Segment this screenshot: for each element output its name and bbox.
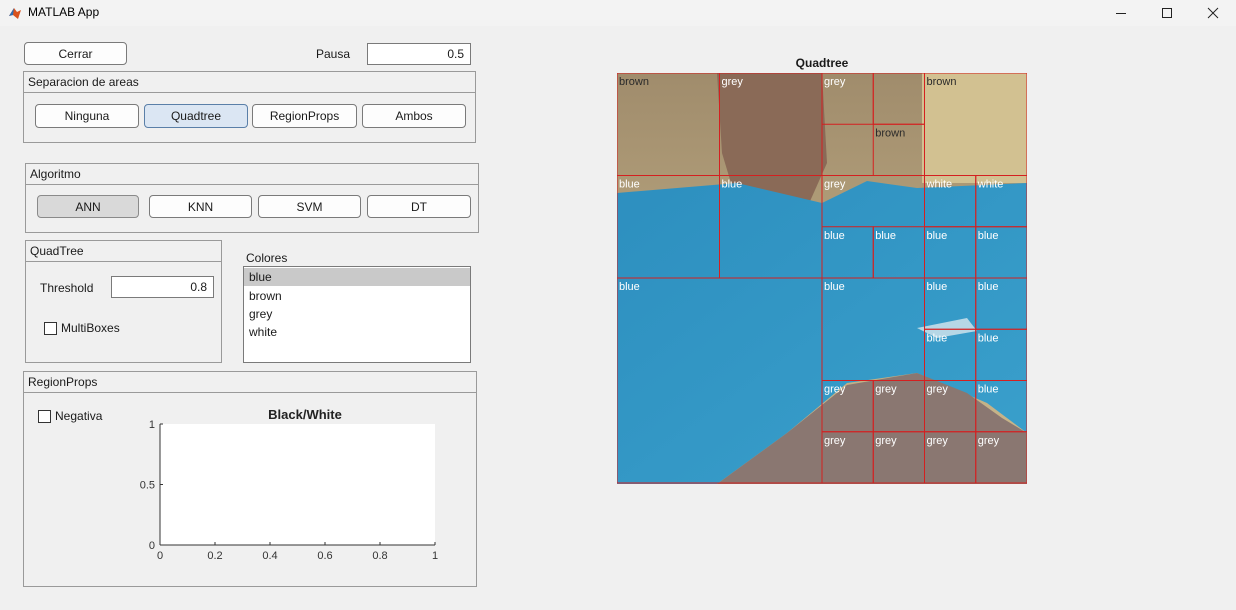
quadtree-button[interactable]: Quadtree (144, 104, 248, 128)
quadtree-cell-label: grey (875, 435, 897, 447)
quadtree-cell-label: blue (619, 281, 640, 293)
multiboxes-label: MultiBoxes (61, 321, 120, 335)
list-item-white[interactable]: white (244, 323, 470, 341)
regionprops-button[interactable]: RegionProps (252, 104, 357, 128)
quadtree-cell-label: grey (824, 384, 846, 396)
cerrar-button[interactable]: Cerrar (24, 42, 127, 65)
ambos-button[interactable]: Ambos (362, 104, 466, 128)
window-title: MATLAB App (28, 5, 100, 19)
quadtree-cell-label: white (926, 179, 953, 191)
minimize-button[interactable] (1098, 0, 1144, 26)
quadtree-cell-label: blue (978, 332, 999, 344)
quadtree-cell-label: grey (978, 435, 1000, 447)
quadtree-cell-label: blue (927, 281, 948, 293)
quadtree-cell-label: white (977, 179, 1004, 191)
quadtree-cell-label: grey (824, 76, 846, 88)
quadtree-title: Quadtree (795, 56, 849, 70)
panel-title: QuadTree (30, 244, 84, 258)
plot-area (160, 424, 435, 545)
negativa-checkbox[interactable] (38, 410, 51, 423)
quadtree-cell-label: blue (722, 179, 743, 191)
panel-title: Separacion de areas (28, 75, 139, 89)
maximize-icon (1162, 8, 1172, 18)
quadtree-cell-label: blue (875, 230, 896, 242)
bw-plot: Black/White 0 0.2 0.4 0.6 0.8 1 0 0.5 1 (140, 407, 438, 562)
quadtree-cell-label: brown (927, 76, 957, 88)
maximize-button[interactable] (1144, 0, 1190, 26)
quadtree-cell-label: blue (824, 230, 845, 242)
colores-listbox[interactable]: blue brown grey white (243, 266, 471, 363)
ninguna-button[interactable]: Ninguna (35, 104, 139, 128)
svm-button[interactable]: SVM (258, 195, 361, 218)
x-tick-label: 1 (432, 550, 438, 562)
y-tick-label: 0 (149, 540, 155, 552)
quadtree-cell-label: blue (978, 384, 999, 396)
x-tick-label: 0.2 (207, 550, 222, 562)
list-item-brown[interactable]: brown (244, 287, 470, 305)
quadtree-cell-label: grey (824, 435, 846, 447)
quadtree-cell-label: blue (927, 332, 948, 344)
quadtree-cell-label: blue (978, 281, 999, 293)
list-item-blue[interactable]: blue (244, 268, 470, 286)
quadtree-cell-label: blue (978, 230, 999, 242)
title-bar (0, 0, 1236, 26)
y-tick-label: 1 (149, 419, 155, 431)
quadtree-cell-label: grey (927, 384, 949, 396)
x-tick-label: 0.8 (372, 550, 387, 562)
quadtree-cell-label: grey (824, 179, 846, 191)
matlab-logo-icon (8, 6, 22, 20)
dt-button[interactable]: DT (367, 195, 471, 218)
panel-title: Algoritmo (30, 167, 81, 181)
pausa-label: Pausa (316, 47, 351, 61)
quadtree-cell-label: grey (722, 76, 744, 88)
close-window-button[interactable] (1190, 0, 1236, 26)
quadtree-cell-label: grey (875, 384, 897, 396)
quadtree-cell-label: brown (619, 76, 649, 88)
quadtree-panel: QuadTree (25, 240, 222, 363)
colores-label: Colores (246, 251, 288, 265)
x-tick-label: 0.4 (262, 550, 277, 562)
x-tick-label: 0.6 (317, 550, 332, 562)
quadtree-cell-label: blue (927, 230, 948, 242)
y-tick-label: 0.5 (140, 480, 155, 492)
negativa-label: Negativa (55, 409, 103, 423)
threshold-label: Threshold (40, 281, 94, 295)
x-tick-label: 0 (157, 550, 163, 562)
plot-title: Black/White (268, 407, 342, 422)
panel-title: RegionProps (28, 375, 98, 389)
quadtree-cell-label: blue (824, 281, 845, 293)
quadtree-cell-label: grey (927, 435, 949, 447)
threshold-input[interactable]: 0.8 (111, 276, 214, 298)
multiboxes-checkbox[interactable] (44, 322, 57, 335)
quadtree-cell-label: brown (875, 127, 905, 139)
minimize-icon (1116, 13, 1126, 14)
knn-button[interactable]: KNN (149, 195, 252, 218)
ann-button[interactable]: ANN (37, 195, 139, 218)
quadtree-cell-label: blue (619, 179, 640, 191)
close-icon (1207, 7, 1219, 19)
pausa-input[interactable]: 0.5 (367, 43, 471, 65)
quadtree-image: brown grey grey brown brown blue blue grey white… (617, 73, 1027, 484)
list-item-grey[interactable]: grey (244, 305, 470, 323)
